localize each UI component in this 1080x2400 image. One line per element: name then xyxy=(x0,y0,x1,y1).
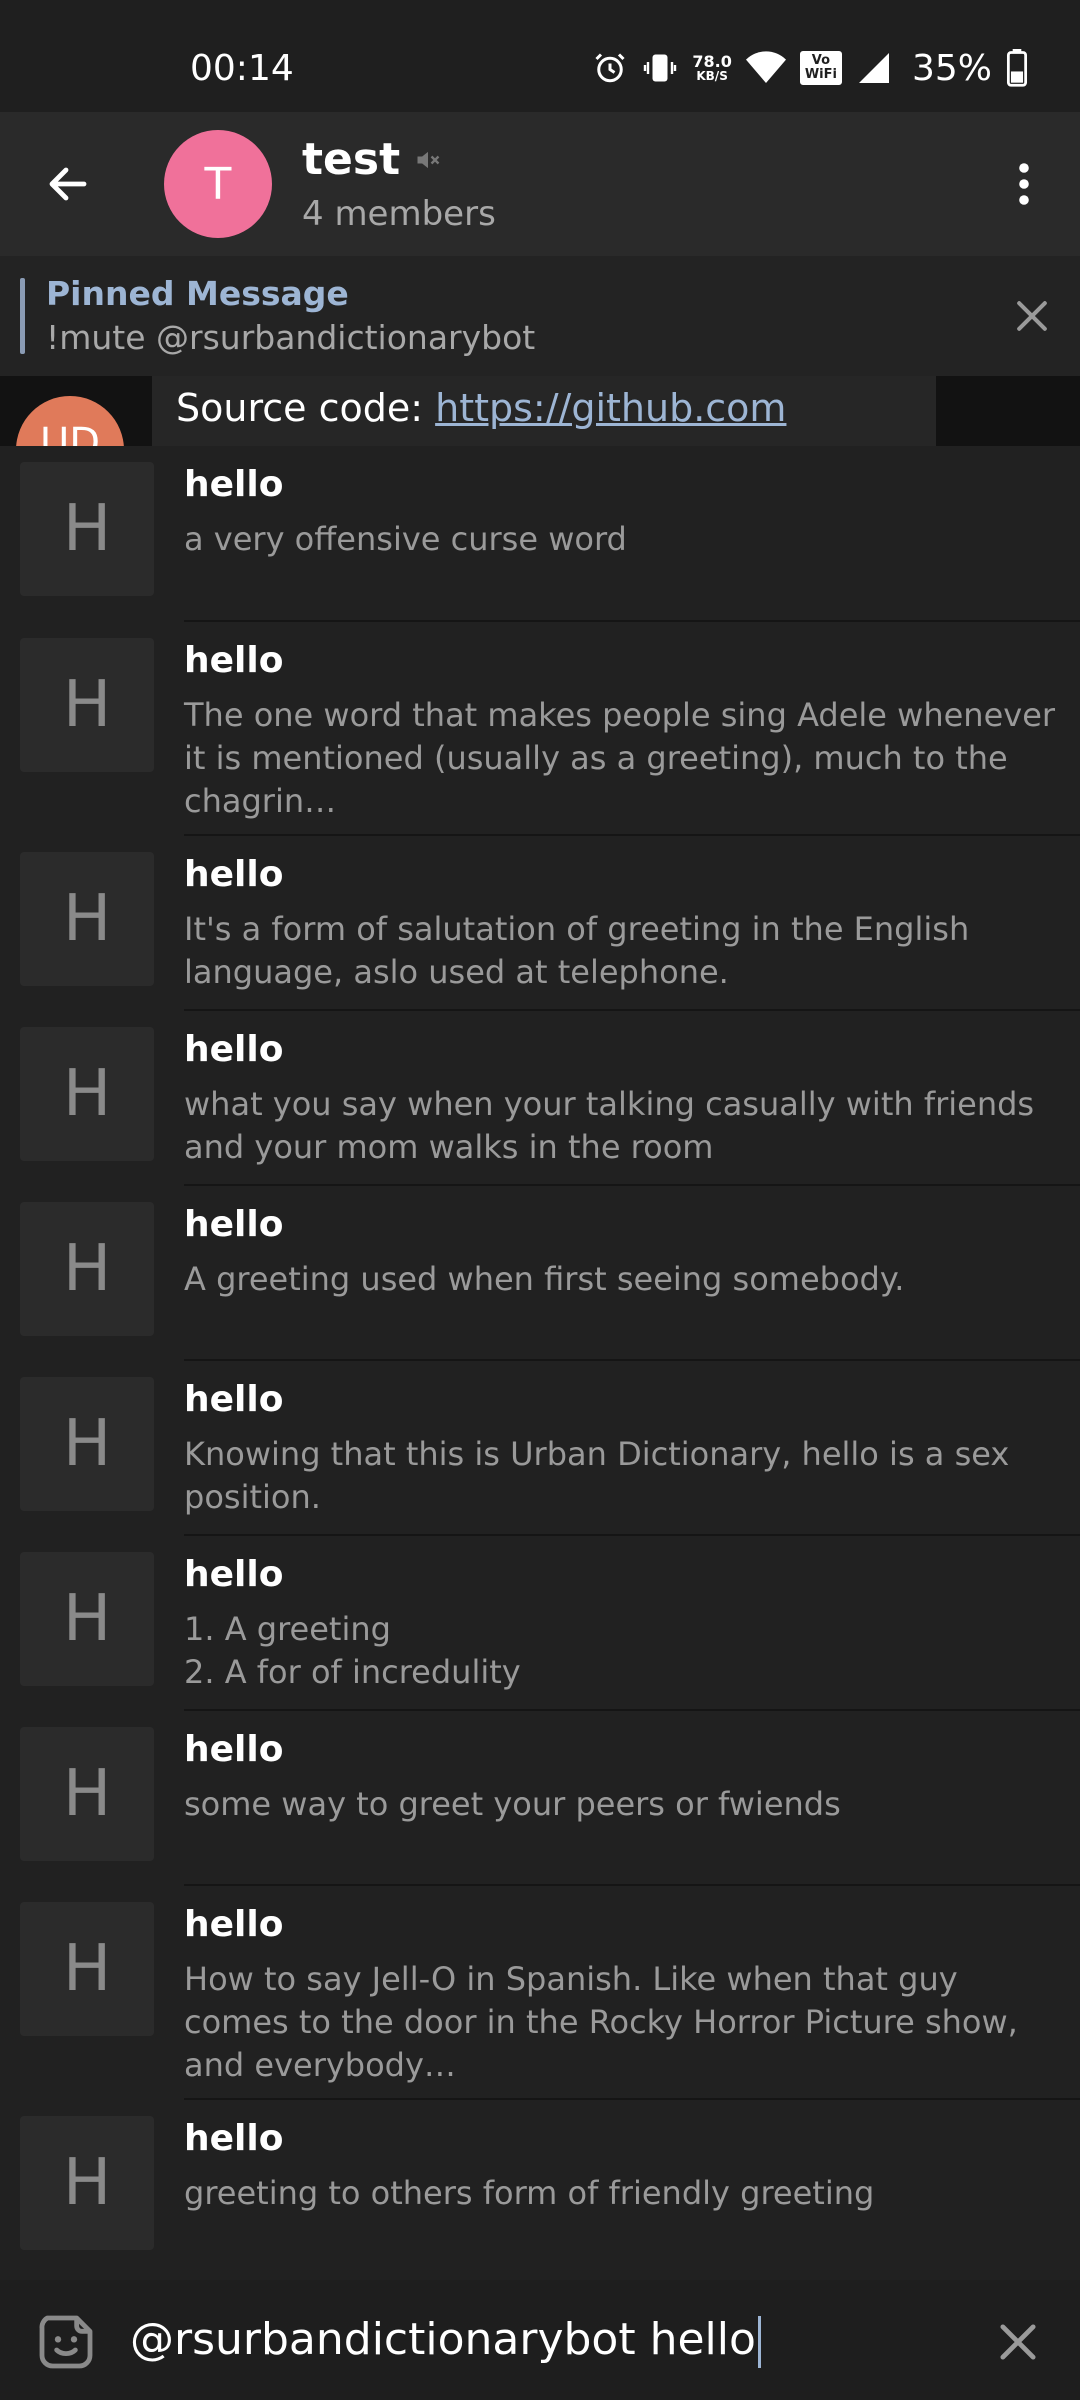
result-thumbnail: H xyxy=(20,638,154,772)
net-speed: 78.0 KB/S xyxy=(692,52,732,83)
result-description: A greeting used when first seeing somebo… xyxy=(184,1260,905,1298)
alarm-icon xyxy=(592,50,628,86)
result-item[interactable]: H hello a very offensive curse word xyxy=(0,446,1080,622)
result-title: hello xyxy=(184,1554,284,1595)
sender-avatar: UD xyxy=(16,396,124,446)
result-title: hello xyxy=(184,1379,284,1420)
result-item[interactable]: H hello A greeting used when first seein… xyxy=(0,1186,1080,1361)
muted-icon xyxy=(417,151,440,168)
status-time: 00:14 xyxy=(190,48,294,89)
pinned-title: Pinned Message xyxy=(46,274,349,313)
more-vert-icon xyxy=(1019,163,1029,205)
pinned-message-bar[interactable]: Pinned Message !mute @rsurbandictionaryb… xyxy=(0,256,1080,376)
result-item[interactable]: H hello some way to greet your peers or … xyxy=(0,1711,1080,1886)
result-thumbnail: H xyxy=(20,1202,154,1336)
wifi-icon xyxy=(745,51,786,85)
result-item[interactable]: H hello Knowing that this is Urban Dicti… xyxy=(0,1361,1080,1536)
result-item[interactable]: H hello It's a form of salutation of gre… xyxy=(0,836,1080,1011)
result-thumbnail: H xyxy=(20,1902,154,2036)
result-item[interactable]: H hello How to say Jell-O in Spanish. Li… xyxy=(0,1886,1080,2100)
result-description: greeting to others form of friendly gree… xyxy=(184,2174,875,2212)
result-title: hello xyxy=(184,1029,284,1070)
result-title: hello xyxy=(184,1904,284,1945)
more-options-button[interactable] xyxy=(988,148,1060,220)
result-item[interactable]: H hello what you say when your talking c… xyxy=(0,1011,1080,1186)
result-title: hello xyxy=(184,854,284,895)
result-item[interactable]: H hello The one word that makes people s… xyxy=(0,622,1080,836)
vibrate-icon xyxy=(642,50,678,86)
message-text: Source code: https://github.com xyxy=(176,386,787,430)
result-title: hello xyxy=(184,640,284,681)
arrow-back-icon xyxy=(49,167,87,201)
result-description: The one word that makes people sing Adel… xyxy=(184,696,1056,820)
result-thumbnail: H xyxy=(20,1377,154,1511)
vowifi-icon: Vo WiFi xyxy=(799,51,842,85)
battery-icon xyxy=(1006,49,1028,87)
message-input[interactable]: @rsurbandictionarybot hello xyxy=(130,2314,761,2368)
battery-percent: 35% xyxy=(911,47,992,89)
result-description: It's a form of salutation of greeting in… xyxy=(184,910,970,991)
result-description: 1. A greeting 2. A for of incredulity xyxy=(184,1610,521,1691)
result-thumbnail: H xyxy=(20,1727,154,1861)
inline-results-list[interactable]: H hello a very offensive curse word H he… xyxy=(0,446,1080,2280)
chat-header: T test 4 members xyxy=(0,112,1080,256)
result-thumbnail: H xyxy=(20,1552,154,1686)
result-title: hello xyxy=(184,2118,284,2159)
result-title: hello xyxy=(184,1729,284,1770)
message-input-bar: @rsurbandictionarybot hello xyxy=(0,2280,1080,2400)
back-button[interactable] xyxy=(32,148,104,220)
clear-input-icon[interactable] xyxy=(992,2316,1044,2368)
chat-title-text: test xyxy=(302,134,401,185)
pinned-text: !mute @rsurbandictionarybot xyxy=(46,318,536,357)
result-item[interactable]: H hello greeting to others form of frien… xyxy=(0,2100,1080,2280)
result-thumbnail: H xyxy=(20,852,154,986)
sticker-icon[interactable] xyxy=(34,2310,98,2374)
result-description: some way to greet your peers or fwiends xyxy=(184,1785,841,1823)
chat-title[interactable]: test xyxy=(302,134,442,185)
result-description: How to say Jell-O in Spanish. Like when … xyxy=(184,1960,1018,2084)
result-description: Knowing that this is Urban Dictionary, h… xyxy=(184,1435,1010,1516)
text-cursor xyxy=(757,2316,761,2368)
group-avatar[interactable]: T xyxy=(164,130,272,238)
member-count: 4 members xyxy=(302,194,496,234)
status-bar: 00:14 78.0 KB/S Vo WiFi 35% xyxy=(0,0,1080,112)
message-link[interactable]: https://github.com xyxy=(435,386,786,430)
message-bubble: Source code: https://github.com xyxy=(152,376,936,446)
result-title: hello xyxy=(184,1204,284,1245)
status-icons: 78.0 KB/S Vo WiFi 35% xyxy=(592,47,1028,89)
result-thumbnail: H xyxy=(20,1027,154,1161)
result-title: hello xyxy=(184,464,284,505)
pinned-indicator xyxy=(20,278,25,354)
close-icon[interactable] xyxy=(1010,294,1054,338)
signal-icon xyxy=(856,50,892,86)
result-description: what you say when your talking casually … xyxy=(184,1085,1035,1166)
chat-message-peek: UD Source code: https://github.com xyxy=(0,376,1080,446)
result-thumbnail: H xyxy=(20,462,154,596)
result-description: a very offensive curse word xyxy=(184,520,627,558)
result-thumbnail: H xyxy=(20,2116,154,2250)
result-item[interactable]: H hello 1. A greeting 2. A for of incred… xyxy=(0,1536,1080,1711)
